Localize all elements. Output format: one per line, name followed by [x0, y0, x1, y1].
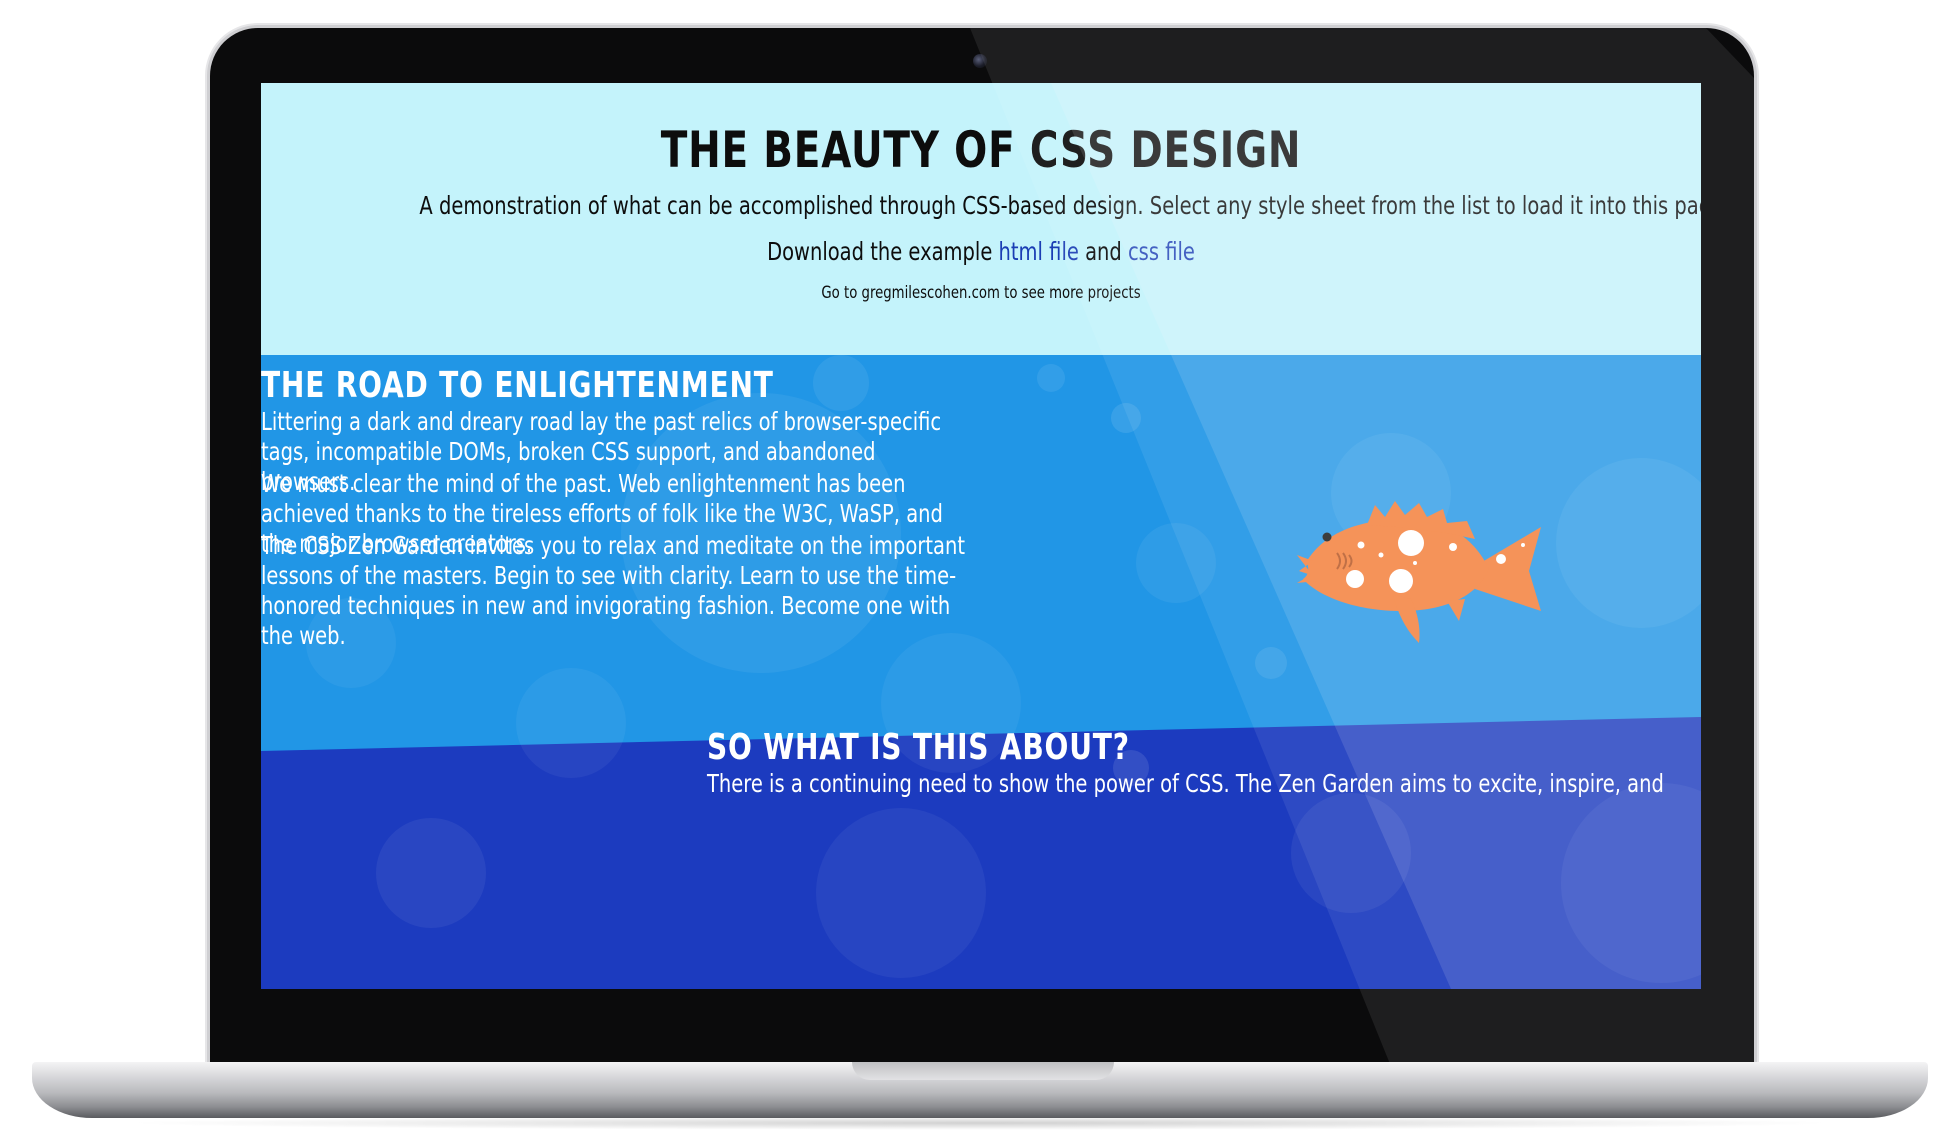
- laptop-screen: THE BEAUTY OF CSS DESIGN A demonstration…: [261, 83, 1701, 989]
- header-banner: THE BEAUTY OF CSS DESIGN A demonstration…: [261, 83, 1701, 355]
- section-title-enlightenment: THE ROAD TO ENLIGHTENMENT: [261, 365, 774, 406]
- laptop-mockup: THE BEAUTY OF CSS DESIGN A demonstration…: [0, 0, 1960, 1146]
- download-conjunction: and: [1078, 237, 1128, 266]
- download-line: Download the example html file and css f…: [419, 237, 1542, 266]
- css-file-link[interactable]: css file: [1128, 237, 1195, 266]
- download-prefix: Download the example: [767, 237, 999, 266]
- laptop-base-notch: [852, 1062, 1114, 1080]
- laptop-shadow: [120, 1116, 1840, 1130]
- fish-icon: [1297, 501, 1541, 643]
- page-title: THE BEAUTY OF CSS DESIGN: [660, 121, 1302, 179]
- section-paragraph: There is a continuing need to show the p…: [707, 769, 1664, 798]
- projects-link[interactable]: Go to gregmilescohen.com to see more pro…: [419, 283, 1542, 303]
- page-subtitle: A demonstration of what can be accomplis…: [419, 191, 1701, 220]
- webcam-icon: [973, 54, 987, 68]
- section-title-about: SO WHAT IS THIS ABOUT?: [707, 727, 1130, 768]
- html-file-link[interactable]: html file: [999, 237, 1079, 266]
- section-paragraph: The CSS Zen Garden invites you to relax …: [261, 531, 965, 650]
